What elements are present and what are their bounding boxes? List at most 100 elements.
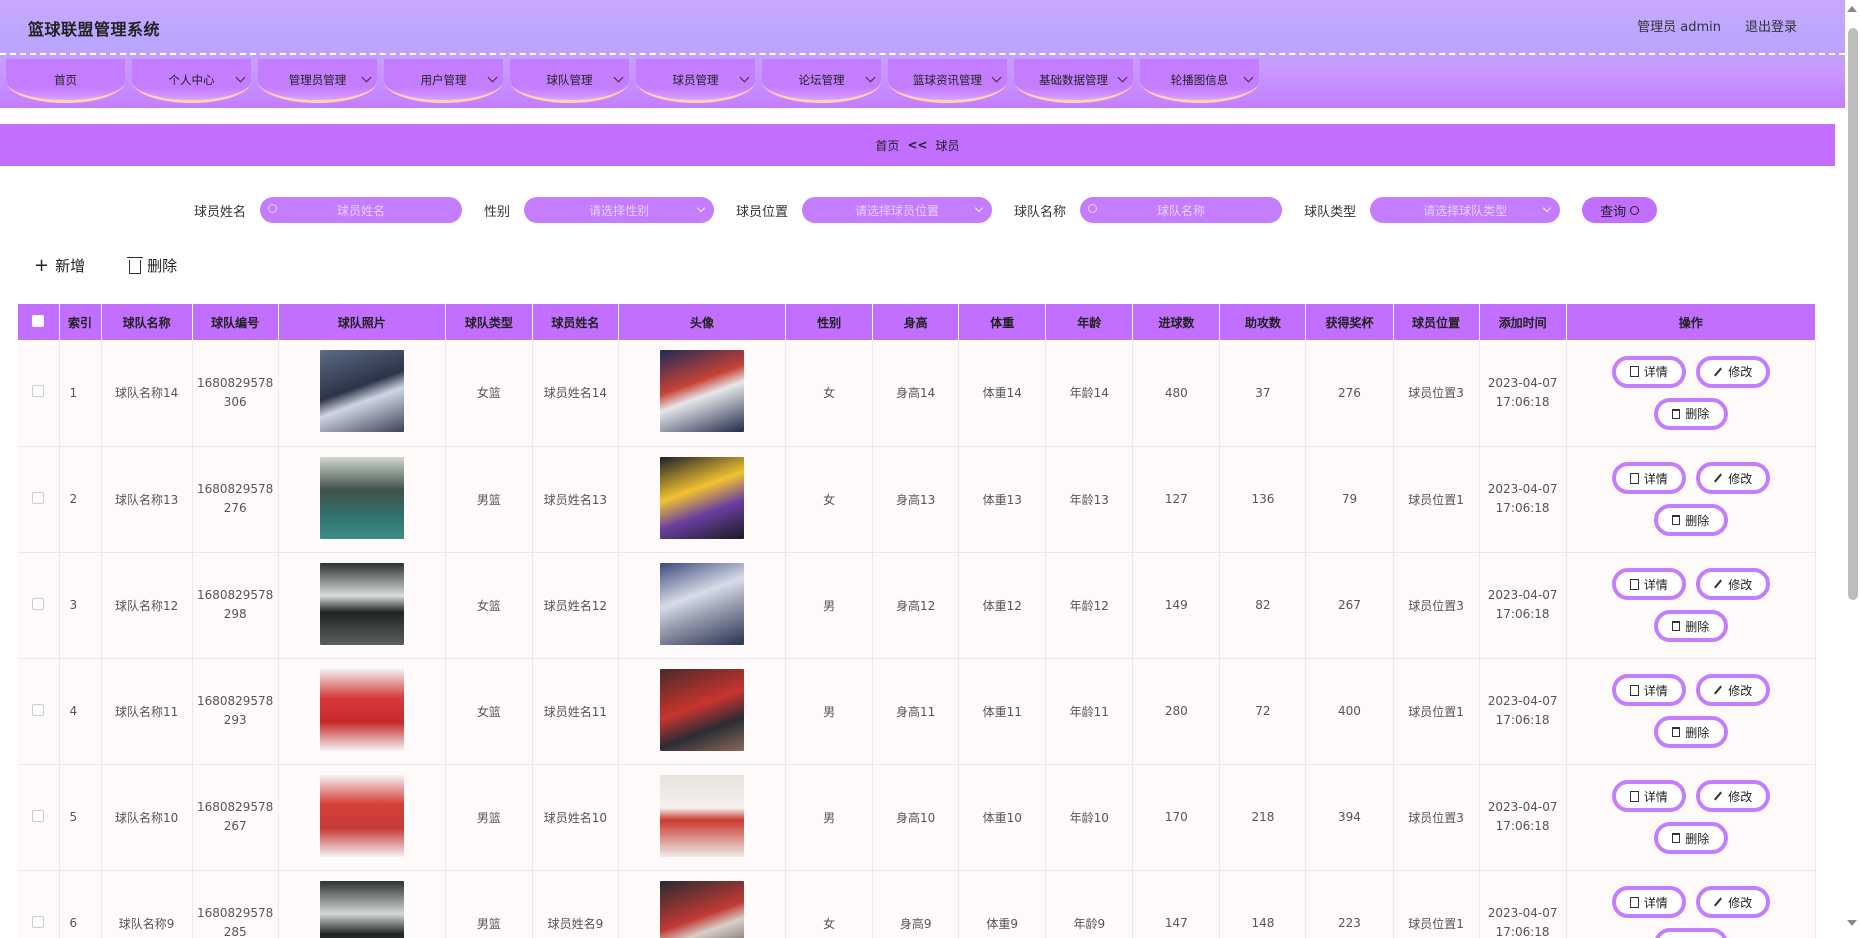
row-delete-button[interactable]: 删除 [1653, 716, 1728, 748]
trophies-cell: 394 [1305, 764, 1394, 871]
player-name-cell: 球员姓名10 [532, 764, 619, 871]
detail-button[interactable]: 详情 [1611, 355, 1686, 388]
row-checkbox[interactable] [32, 809, 45, 822]
team-type-cell: 女篮 [445, 658, 533, 765]
main-nav: 首页 个人中心 管理员管理 用户管理 球队管理 球员管理 论坛管理 篮球资讯管理 基础数据管理 轮… [6, 59, 1259, 103]
row-checkbox[interactable] [32, 385, 45, 398]
detail-button[interactable]: 详情 [1611, 886, 1686, 918]
query-button[interactable]: 查询 [1582, 197, 1658, 223]
row-actions-top: 详情 修改 [1611, 355, 1770, 388]
document-icon [1629, 472, 1639, 484]
trophies-cell: 400 [1305, 658, 1394, 765]
edit-button[interactable]: 修改 [1695, 780, 1770, 812]
avatar[interactable] [660, 880, 744, 938]
team-photo[interactable] [319, 562, 404, 645]
gender-cell: 男 [785, 552, 874, 659]
team-photo-cell [278, 764, 446, 871]
nav-item-label: 管理员管理 [288, 73, 347, 87]
chevron-down-icon [1243, 72, 1254, 83]
team-photo[interactable] [319, 668, 404, 751]
avatar[interactable] [660, 562, 744, 645]
team-photo[interactable] [319, 456, 404, 539]
row-delete-button[interactable]: 删除 [1653, 504, 1728, 536]
table-row: 2 球队名称13 1680829578 276 男篮 球员姓名13 女身高13 体重13 年龄1… [18, 446, 1816, 553]
row-actions-top: 详情 修改 [1611, 462, 1770, 494]
scroll-up-arrow[interactable] [1847, 6, 1857, 12]
nav-item-9[interactable]: 轮播图信息 [1140, 59, 1259, 103]
document-icon [1629, 896, 1639, 908]
column-header: 球员姓名 [532, 304, 619, 340]
weight-cell: 体重13 [958, 446, 1047, 553]
edit-button[interactable]: 修改 [1695, 355, 1770, 388]
edit-button[interactable]: 修改 [1695, 886, 1770, 918]
logout-link[interactable]: 退出登录 [1745, 16, 1797, 35]
nav-item-6[interactable]: 论坛管理 [762, 59, 881, 103]
nav-item-0[interactable]: 首页 [6, 59, 125, 103]
avatar[interactable] [660, 350, 744, 433]
team-name-cell: 球队名称11 [101, 658, 193, 765]
document-icon [1629, 578, 1639, 590]
row-delete-button[interactable]: 删除 [1653, 928, 1728, 938]
position-cell: 球员位置1 [1393, 446, 1480, 553]
nav-item-label: 个人中心 [168, 73, 215, 87]
team-photo[interactable] [319, 880, 404, 938]
avatar[interactable] [660, 668, 744, 751]
row-checkbox[interactable] [32, 915, 45, 928]
detail-button[interactable]: 详情 [1611, 568, 1686, 600]
team-name-cell: 球队名称9 [101, 870, 193, 938]
detail-button[interactable]: 详情 [1611, 462, 1686, 494]
nav-item-4[interactable]: 球队管理 [510, 59, 629, 103]
scroll-down-arrow[interactable] [1847, 920, 1857, 926]
avatar-cell [618, 552, 787, 659]
team-type-select[interactable]: 请选择球队类型 [1370, 197, 1561, 223]
detail-button[interactable]: 详情 [1611, 780, 1686, 812]
position-cell: 球员位置3 [1393, 552, 1480, 659]
select-all-checkbox[interactable] [32, 314, 45, 327]
row-actions: 详情 修改删除 [1567, 886, 1815, 938]
edit-button[interactable]: 修改 [1695, 674, 1770, 706]
row-delete-button[interactable]: 删除 [1653, 610, 1728, 642]
row-checkbox[interactable] [32, 703, 45, 716]
avatar[interactable] [660, 456, 744, 539]
detail-label: 详情 [1643, 895, 1668, 910]
nav-item-3[interactable]: 用户管理 [384, 59, 503, 103]
delete-label: 删除 [147, 257, 178, 275]
row-checkbox-cell [18, 764, 60, 871]
row-delete-button[interactable]: 删除 [1653, 397, 1728, 430]
chevron-down-icon [361, 72, 372, 83]
nav-item-1[interactable]: 个人中心 [132, 59, 251, 103]
edit-button[interactable]: 修改 [1695, 568, 1770, 600]
row-checkbox-cell [18, 552, 60, 659]
row-checkbox[interactable] [32, 491, 45, 504]
row-actions-top: 详情 修改 [1611, 886, 1770, 918]
gender-select[interactable]: 请选择性别 [524, 197, 715, 223]
delete-button[interactable]: 删除 [127, 255, 178, 276]
edit-label: 修改 [1728, 577, 1753, 592]
nav-item-7[interactable]: 篮球资讯管理 [888, 59, 1007, 103]
actions-cell: 详情 修改删除 [1566, 552, 1816, 659]
team-type-cell: 男篮 [445, 764, 533, 871]
detail-button[interactable]: 详情 [1611, 674, 1686, 706]
add-button[interactable]: + 新增 [34, 255, 85, 276]
player-name-cell: 球员姓名14 [532, 340, 619, 447]
row-delete-button[interactable]: 删除 [1653, 822, 1728, 854]
added-date: 2023-04-07 [1487, 800, 1558, 814]
detail-label: 详情 [1643, 365, 1668, 380]
avatar-cell [618, 658, 787, 765]
position-cell: 球员位置3 [1393, 764, 1480, 871]
team-photo[interactable] [319, 350, 404, 433]
nav-item-2[interactable]: 管理员管理 [258, 59, 377, 103]
edit-button[interactable]: 修改 [1695, 462, 1770, 494]
nav-item-8[interactable]: 基础数据管理 [1014, 59, 1133, 103]
position-select[interactable]: 请选择球员位置 [802, 197, 993, 223]
team-name-input[interactable]: 球队名称 [1080, 197, 1283, 223]
breadcrumb-home[interactable]: 首页 [875, 137, 899, 154]
weight-cell: 体重9 [958, 870, 1047, 938]
added-date: 2023-04-07 [1487, 375, 1558, 390]
team-photo[interactable] [319, 774, 404, 857]
page-scrollbar[interactable] [1848, 28, 1858, 600]
nav-item-5[interactable]: 球员管理 [636, 59, 755, 103]
avatar[interactable] [660, 774, 744, 857]
row-checkbox[interactable] [32, 597, 45, 610]
player-name-input[interactable]: 球员姓名 [260, 197, 463, 223]
